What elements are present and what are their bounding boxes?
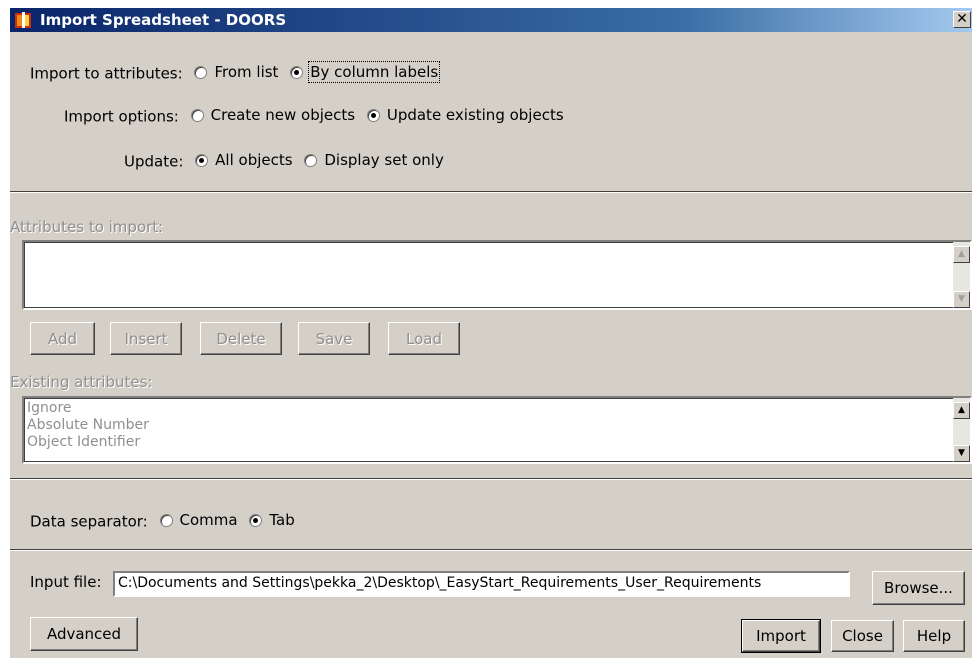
- all-objects-label: All objects: [215, 151, 293, 169]
- scroll-down-button[interactable]: ▼: [953, 445, 970, 462]
- list-item[interactable]: Ignore: [27, 400, 149, 417]
- by-column-labels-radio[interactable]: By column labels: [290, 61, 441, 83]
- update-label: Update:: [124, 152, 184, 171]
- separator-2: [10, 478, 972, 480]
- update-row: Update: All objects Display set only: [124, 151, 444, 171]
- scroll-up-button[interactable]: ▲: [953, 402, 970, 419]
- radio-comma[interactable]: [159, 513, 173, 527]
- add-button[interactable]: Add: [30, 322, 95, 355]
- import-spreadsheet-dialog: Import Spreadsheet - DOORS ✕ Import to a…: [9, 7, 972, 658]
- scroll-up-icon: ▲: [958, 249, 965, 259]
- close-button[interactable]: Close: [831, 620, 894, 652]
- attributes-to-import-scrollbar[interactable]: ▲ ▼: [953, 242, 970, 308]
- radio-by-column-labels[interactable]: [290, 65, 304, 79]
- existing-attributes-label: Existing attributes:: [10, 373, 153, 391]
- import-to-attributes-row: Import to attributes: From list By colum…: [30, 61, 441, 83]
- data-separator-row: Data separator: Comma Tab: [30, 511, 295, 531]
- list-item[interactable]: Absolute Number: [27, 417, 149, 434]
- save-button[interactable]: Save: [298, 322, 370, 355]
- tab-radio[interactable]: Tab: [249, 511, 295, 529]
- radio-update-existing-objects[interactable]: [366, 108, 380, 122]
- scroll-down-button[interactable]: ▼: [953, 291, 970, 308]
- delete-button[interactable]: Delete: [200, 322, 282, 355]
- tab-label: Tab: [269, 511, 295, 529]
- comma-label: Comma: [179, 511, 238, 529]
- from-list-radio[interactable]: From list: [194, 63, 278, 81]
- help-button[interactable]: Help: [903, 620, 965, 652]
- attributes-to-import-label: Attributes to import:: [10, 218, 164, 236]
- existing-attributes-list[interactable]: Ignore Absolute Number Object Identifier…: [22, 396, 972, 464]
- all-objects-radio[interactable]: All objects: [195, 151, 293, 169]
- advanced-button[interactable]: Advanced: [30, 617, 138, 651]
- display-set-only-radio[interactable]: Display set only: [304, 151, 444, 169]
- update-existing-objects-label: Update existing objects: [386, 106, 564, 124]
- title-bar[interactable]: Import Spreadsheet - DOORS ✕: [10, 8, 972, 32]
- import-button[interactable]: Import: [741, 619, 821, 653]
- browse-button[interactable]: Browse...: [872, 571, 965, 605]
- import-options-row: Import options: Create new objects Updat…: [64, 106, 564, 126]
- comma-radio[interactable]: Comma: [159, 511, 238, 529]
- separator-1: [10, 191, 972, 193]
- existing-attributes-items: Ignore Absolute Number Object Identifier: [27, 400, 149, 451]
- attributes-to-import-list[interactable]: ▲ ▼: [22, 240, 972, 310]
- radio-create-new-objects[interactable]: [190, 108, 204, 122]
- load-button[interactable]: Load: [388, 322, 460, 355]
- scroll-down-icon: ▼: [958, 294, 965, 304]
- input-file-label: Input file:: [30, 573, 102, 591]
- close-icon: ✕: [956, 11, 968, 27]
- by-column-labels-label: By column labels: [308, 61, 441, 83]
- window-title: Import Spreadsheet - DOORS: [40, 11, 287, 29]
- scroll-up-icon: ▲: [958, 405, 965, 415]
- display-set-only-label: Display set only: [324, 151, 444, 169]
- scroll-down-icon: ▼: [958, 448, 965, 458]
- close-window-button[interactable]: ✕: [953, 11, 971, 28]
- from-list-label: From list: [214, 63, 279, 81]
- create-new-objects-radio[interactable]: Create new objects: [190, 106, 356, 124]
- update-existing-objects-radio[interactable]: Update existing objects: [366, 106, 564, 124]
- radio-from-list[interactable]: [194, 65, 208, 79]
- radio-tab[interactable]: [249, 513, 263, 527]
- doors-app-icon: [15, 12, 31, 28]
- import-options-label: Import options:: [64, 107, 179, 126]
- import-to-attributes-label: Import to attributes:: [30, 64, 183, 83]
- existing-attributes-scrollbar[interactable]: ▲ ▼: [953, 398, 970, 462]
- list-item[interactable]: Object Identifier: [27, 434, 149, 451]
- separator-3: [10, 549, 972, 551]
- radio-display-set-only[interactable]: [304, 153, 318, 167]
- create-new-objects-label: Create new objects: [210, 106, 356, 124]
- input-file-field[interactable]: C:\Documents and Settings\pekka_2\Deskto…: [113, 571, 850, 597]
- data-separator-label: Data separator:: [30, 512, 148, 531]
- scroll-up-button[interactable]: ▲: [953, 246, 970, 263]
- radio-all-objects[interactable]: [195, 153, 209, 167]
- insert-button[interactable]: Insert: [110, 322, 182, 355]
